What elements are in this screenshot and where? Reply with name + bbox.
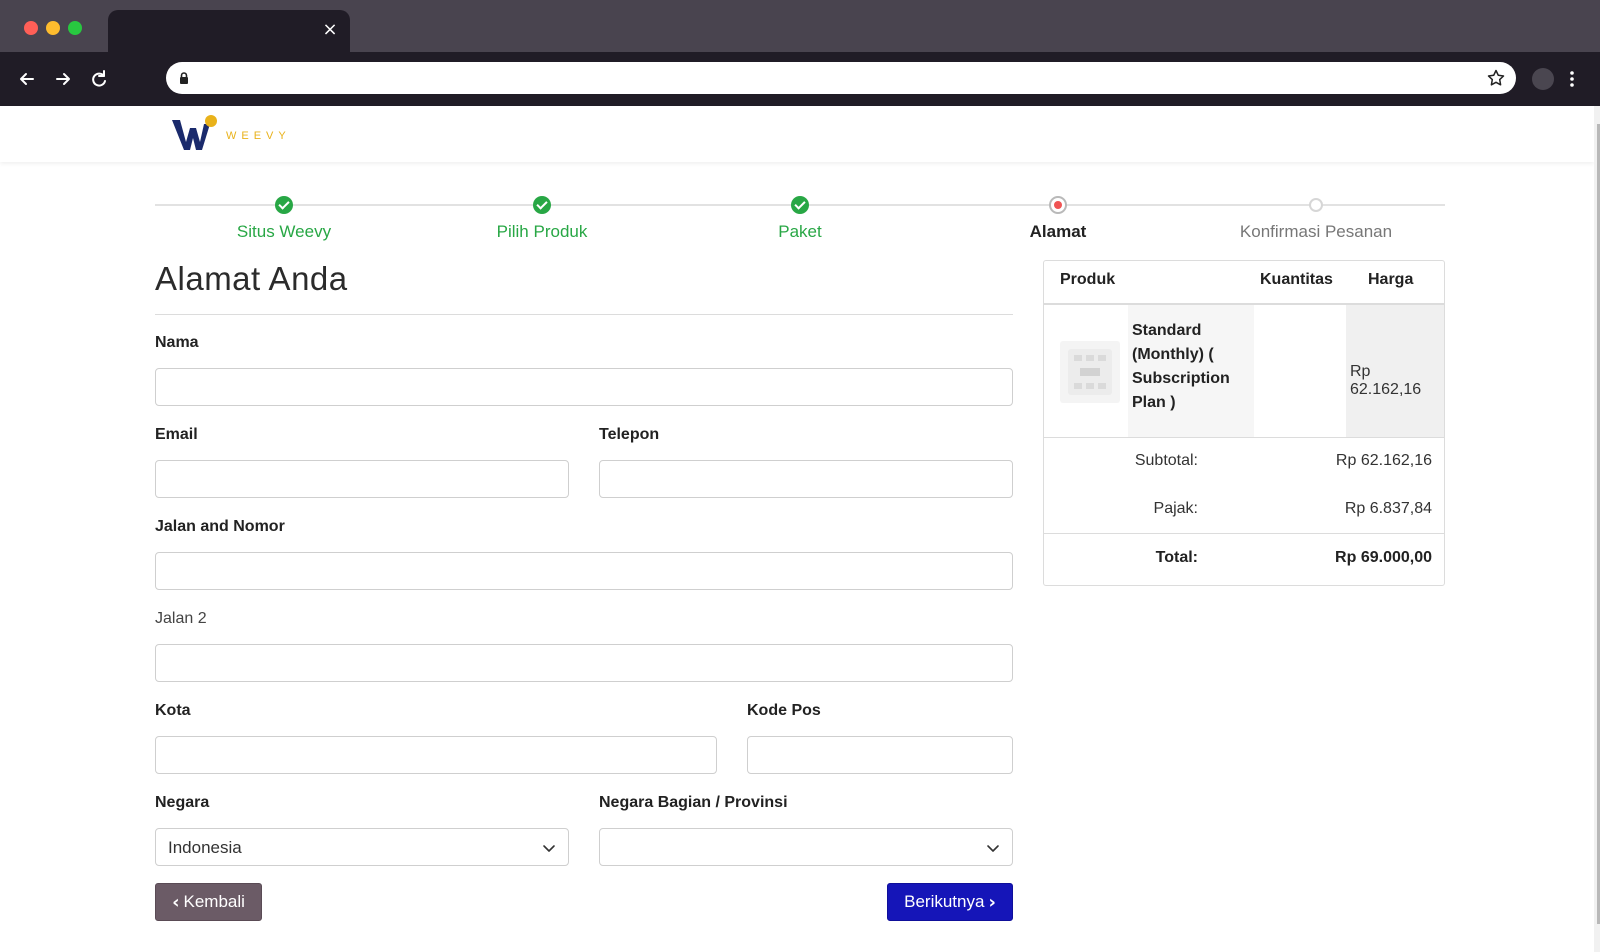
- kebab-menu-icon[interactable]: [1562, 66, 1582, 92]
- checkout-progress: Situs Weevy Pilih Produk Paket Alamat Ko…: [155, 186, 1445, 246]
- zip-label: Kode Pos: [747, 702, 821, 719]
- star-icon[interactable]: [1486, 68, 1506, 88]
- window-close-dot[interactable]: [24, 21, 38, 35]
- page-title: Alamat Anda: [155, 260, 348, 297]
- summary-header-quantity: Kuantitas: [1260, 271, 1333, 288]
- current-step-dot-icon: [1049, 196, 1067, 214]
- reload-icon[interactable]: [86, 66, 112, 92]
- subtotal-label: Subtotal:: [1134, 452, 1198, 469]
- country-select-value: Indonesia: [168, 838, 242, 857]
- street2-label: Jalan 2: [155, 610, 207, 627]
- product-name: Standard (Monthly) ( Subscription Plan ): [1132, 322, 1230, 411]
- next-button[interactable]: Berikutnya ›: [887, 883, 1013, 921]
- phone-label: Telepon: [599, 426, 660, 443]
- email-label: Email: [155, 426, 198, 443]
- check-circle-icon: [275, 196, 293, 214]
- check-circle-icon: [533, 196, 551, 214]
- total-value: Rp 69.000,00: [1335, 549, 1432, 566]
- browser-tab-bar: ×: [0, 0, 1600, 52]
- street-input[interactable]: [155, 552, 1013, 590]
- arrow-left-icon[interactable]: [14, 66, 40, 92]
- step-alamat: Alamat: [929, 186, 1187, 242]
- back-button-label: Kembali: [183, 892, 245, 911]
- tab-close-icon[interactable]: ×: [320, 20, 340, 40]
- step-situs-weevy[interactable]: Situs Weevy: [155, 186, 413, 242]
- chevron-down-icon: [986, 841, 1000, 855]
- page-content: WEEVY Situs Weevy Pilih Produk Paket Ala…: [0, 106, 1600, 952]
- back-button[interactable]: ‹ Kembali: [155, 883, 262, 921]
- summary-header-price: Harga: [1368, 271, 1414, 288]
- tax-value: Rp 6.837,84: [1344, 500, 1432, 517]
- country-select[interactable]: Indonesia: [155, 828, 569, 866]
- subtotal-value: Rp 62.162,16: [1335, 452, 1432, 469]
- browser-toolbar: [0, 52, 1600, 106]
- city-label: Kota: [155, 702, 191, 719]
- weevy-logo-mark: [172, 115, 217, 150]
- summary-header-product: Produk: [1060, 271, 1116, 288]
- phone-input[interactable]: [599, 460, 1013, 498]
- zip-input[interactable]: [747, 736, 1013, 774]
- check-circle-icon: [791, 196, 809, 214]
- window-minimize-dot[interactable]: [46, 21, 60, 35]
- next-button-label: Berikutnya: [904, 892, 985, 911]
- step-label: Pilih Produk: [496, 222, 588, 241]
- logo-wordmark: WEEVY: [226, 130, 291, 142]
- pending-step-circle-icon: [1309, 198, 1323, 212]
- city-input[interactable]: [155, 736, 717, 774]
- tax-label: Pajak:: [1153, 500, 1198, 517]
- step-label: Konfirmasi Pesanan: [1239, 222, 1393, 241]
- step-konfirmasi-pesanan: Konfirmasi Pesanan: [1187, 186, 1445, 242]
- country-label: Negara: [155, 794, 210, 811]
- state-select[interactable]: [599, 828, 1013, 866]
- chevron-right-icon: ›: [988, 891, 996, 913]
- name-input[interactable]: [155, 368, 1013, 406]
- email-input[interactable]: [155, 460, 569, 498]
- chevron-down-icon: [542, 841, 556, 855]
- address-bar[interactable]: [166, 62, 1516, 94]
- lock-icon: [176, 70, 192, 86]
- state-label: Negara Bagian / Provinsi: [599, 794, 788, 811]
- product-thumbnail[interactable]: [1060, 341, 1120, 403]
- arrow-right-icon[interactable]: [50, 66, 76, 92]
- name-label: Nama: [155, 334, 199, 351]
- product-price: Rp 62.162,16: [1350, 363, 1422, 398]
- site-header: WEEVY: [0, 106, 1594, 162]
- weevy-logo[interactable]: WEEVY: [170, 114, 300, 154]
- window-maximize-dot[interactable]: [68, 21, 82, 35]
- step-pilih-produk[interactable]: Pilih Produk: [413, 186, 671, 242]
- step-label: Situs Weevy: [236, 222, 332, 241]
- order-summary: Produk Kuantitas Harga Standard (Monthly…: [1043, 260, 1445, 586]
- step-label: Paket: [778, 222, 822, 241]
- step-label: Alamat: [1029, 222, 1087, 241]
- street2-input[interactable]: [155, 644, 1013, 682]
- total-label: Total:: [1155, 549, 1198, 566]
- title-divider: [155, 314, 1013, 315]
- summary-divider: [1044, 437, 1444, 438]
- step-paket[interactable]: Paket: [671, 186, 929, 242]
- chevron-left-icon: ‹: [172, 891, 180, 913]
- page-scrollbar[interactable]: [1594, 106, 1600, 952]
- browser-tab-active[interactable]: ×: [108, 10, 350, 52]
- street-label: Jalan and Nomor: [155, 518, 285, 535]
- profile-avatar[interactable]: [1532, 68, 1554, 90]
- total-divider: [1044, 533, 1444, 534]
